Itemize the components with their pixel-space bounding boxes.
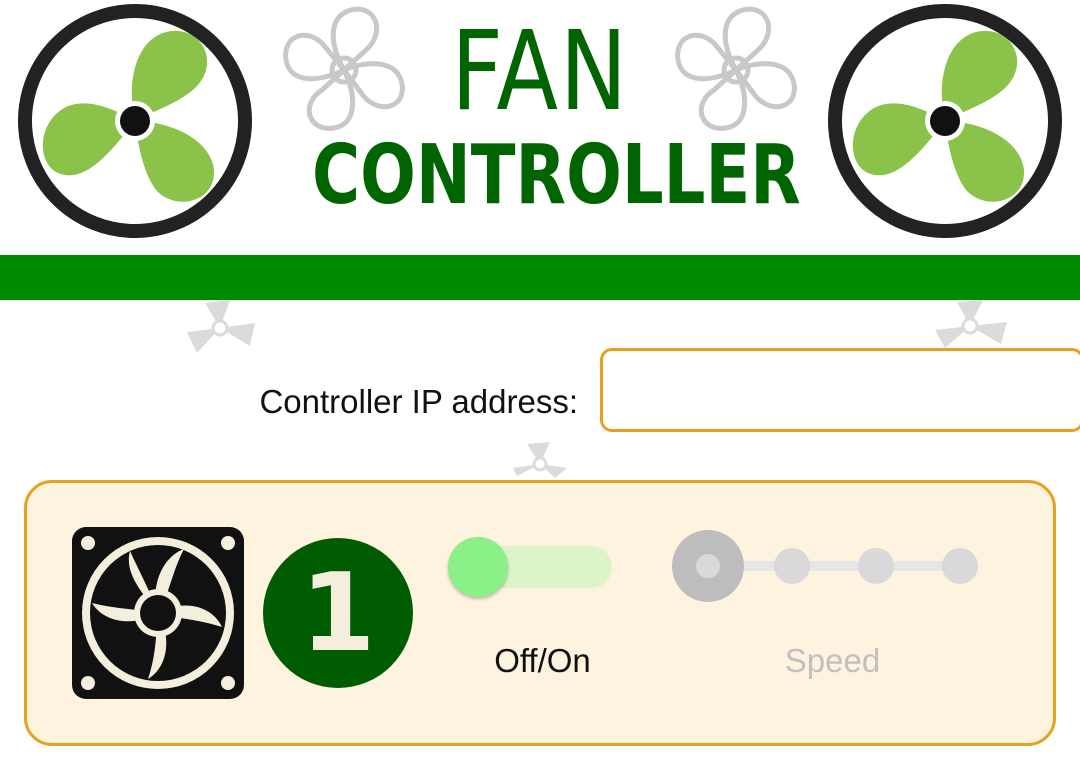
fan-number-badge: 1	[263, 538, 413, 688]
fan-logo-right-icon	[828, 4, 1062, 238]
app-title-line1: FAN	[451, 7, 629, 135]
ip-address-input[interactable]	[600, 348, 1080, 432]
power-toggle-label: Off/On	[494, 642, 591, 679]
speed-step-3[interactable]	[858, 548, 894, 584]
header-divider-bar	[0, 255, 1080, 300]
app-title-line2: CONTROLLER	[312, 128, 801, 223]
app-header: FAN CONTROLLER	[0, 0, 1080, 255]
ghost-fan-right-icon	[935, 300, 1007, 348]
speed-label: Speed	[784, 642, 881, 679]
fan-icon	[72, 527, 244, 699]
ip-address-label: Controller IP address:	[259, 383, 578, 420]
ghost-fan-center-icon	[513, 442, 567, 478]
fan-logo-left-icon	[18, 4, 252, 238]
speed-step-4[interactable]	[942, 548, 978, 584]
ghost-fan-left-icon	[187, 300, 255, 353]
speed-slider[interactable]	[672, 528, 982, 608]
fan-number-text: 1	[300, 551, 375, 676]
power-toggle-knob[interactable]	[448, 537, 508, 597]
fan-outline-right-icon	[675, 6, 797, 131]
fan-outline-left-icon	[283, 6, 405, 131]
speed-step-2[interactable]	[774, 548, 810, 584]
